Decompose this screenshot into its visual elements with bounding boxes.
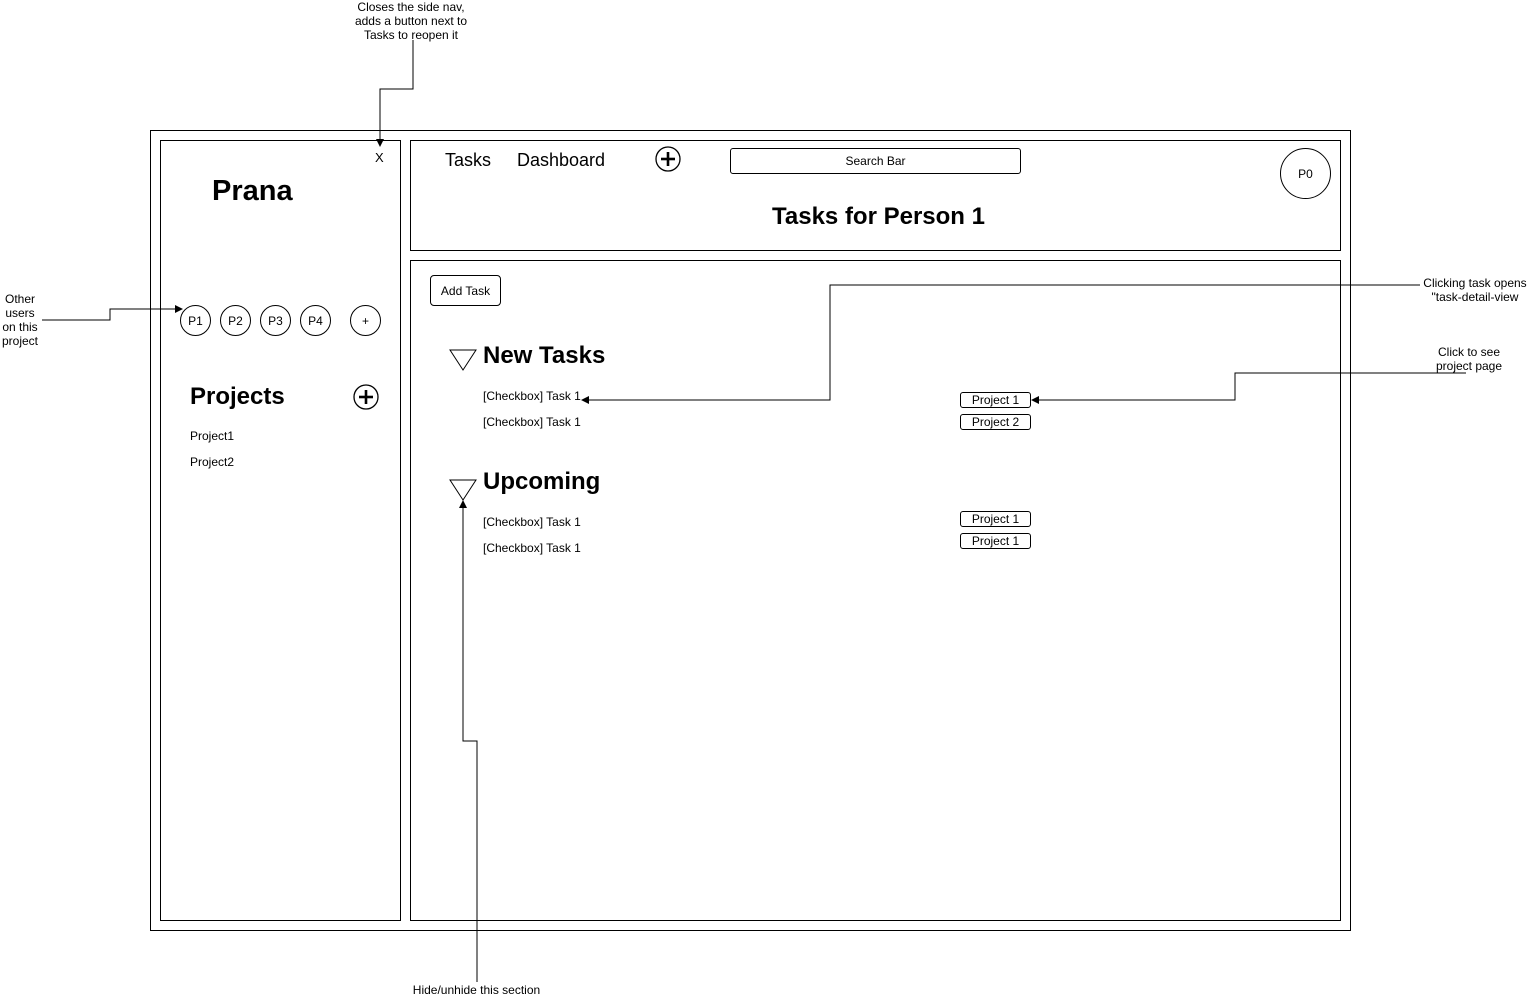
add-project-button[interactable] <box>353 384 379 410</box>
projects-title: Projects <box>190 383 285 410</box>
project-tag[interactable]: Project 2 <box>960 414 1031 430</box>
profile-avatar[interactable]: P0 <box>1280 148 1331 199</box>
plus-circle-icon <box>655 146 681 172</box>
tab-dashboard[interactable]: Dashboard <box>517 150 605 171</box>
section-title: New Tasks <box>483 342 606 369</box>
user-avatar-p2[interactable]: P2 <box>220 305 251 336</box>
sidebar-item-project2[interactable]: Project2 <box>190 455 234 469</box>
collapse-toggle-upcoming[interactable] <box>449 479 477 501</box>
triangle-down-icon <box>449 479 477 501</box>
user-avatar-p1[interactable]: P1 <box>180 305 211 336</box>
annotation-task-click: Clicking task opens "task-detail-view <box>1423 276 1527 304</box>
annotation-other-users: Other users on this project <box>1 292 39 348</box>
task-item[interactable]: [Checkbox] Task 1 <box>483 415 581 429</box>
add-button[interactable] <box>655 146 681 172</box>
search-input[interactable]: Search Bar <box>730 148 1021 174</box>
section-title: Upcoming <box>483 468 601 495</box>
collapse-toggle-new-tasks[interactable] <box>449 349 477 371</box>
add-user-button[interactable]: + <box>350 305 381 336</box>
tab-tasks[interactable]: Tasks <box>445 150 491 171</box>
task-item[interactable]: [Checkbox] Task 1 <box>483 389 581 403</box>
project-tag[interactable]: Project 1 <box>960 533 1031 549</box>
add-task-button[interactable]: Add Task <box>430 275 501 306</box>
side-nav <box>160 140 401 921</box>
task-item[interactable]: [Checkbox] Task 1 <box>483 515 581 529</box>
sidebar-item-project1[interactable]: Project1 <box>190 429 234 443</box>
user-avatar-p3[interactable]: P3 <box>260 305 291 336</box>
annotation-hide-section: Hide/unhide this section <box>412 983 541 997</box>
annotation-project-click: Click to see project page <box>1435 345 1503 373</box>
triangle-down-icon <box>449 349 477 371</box>
project-tag[interactable]: Project 1 <box>960 392 1031 408</box>
project-tag[interactable]: Project 1 <box>960 511 1031 527</box>
plus-circle-icon <box>353 384 379 410</box>
close-nav-button[interactable]: X <box>375 150 384 165</box>
page-title: Tasks for Person 1 <box>772 203 985 230</box>
brand-title: Prana <box>212 175 293 207</box>
annotation-close-nav: Closes the side nav, adds a button next … <box>354 0 468 42</box>
task-item[interactable]: [Checkbox] Task 1 <box>483 541 581 555</box>
user-avatar-p4[interactable]: P4 <box>300 305 331 336</box>
